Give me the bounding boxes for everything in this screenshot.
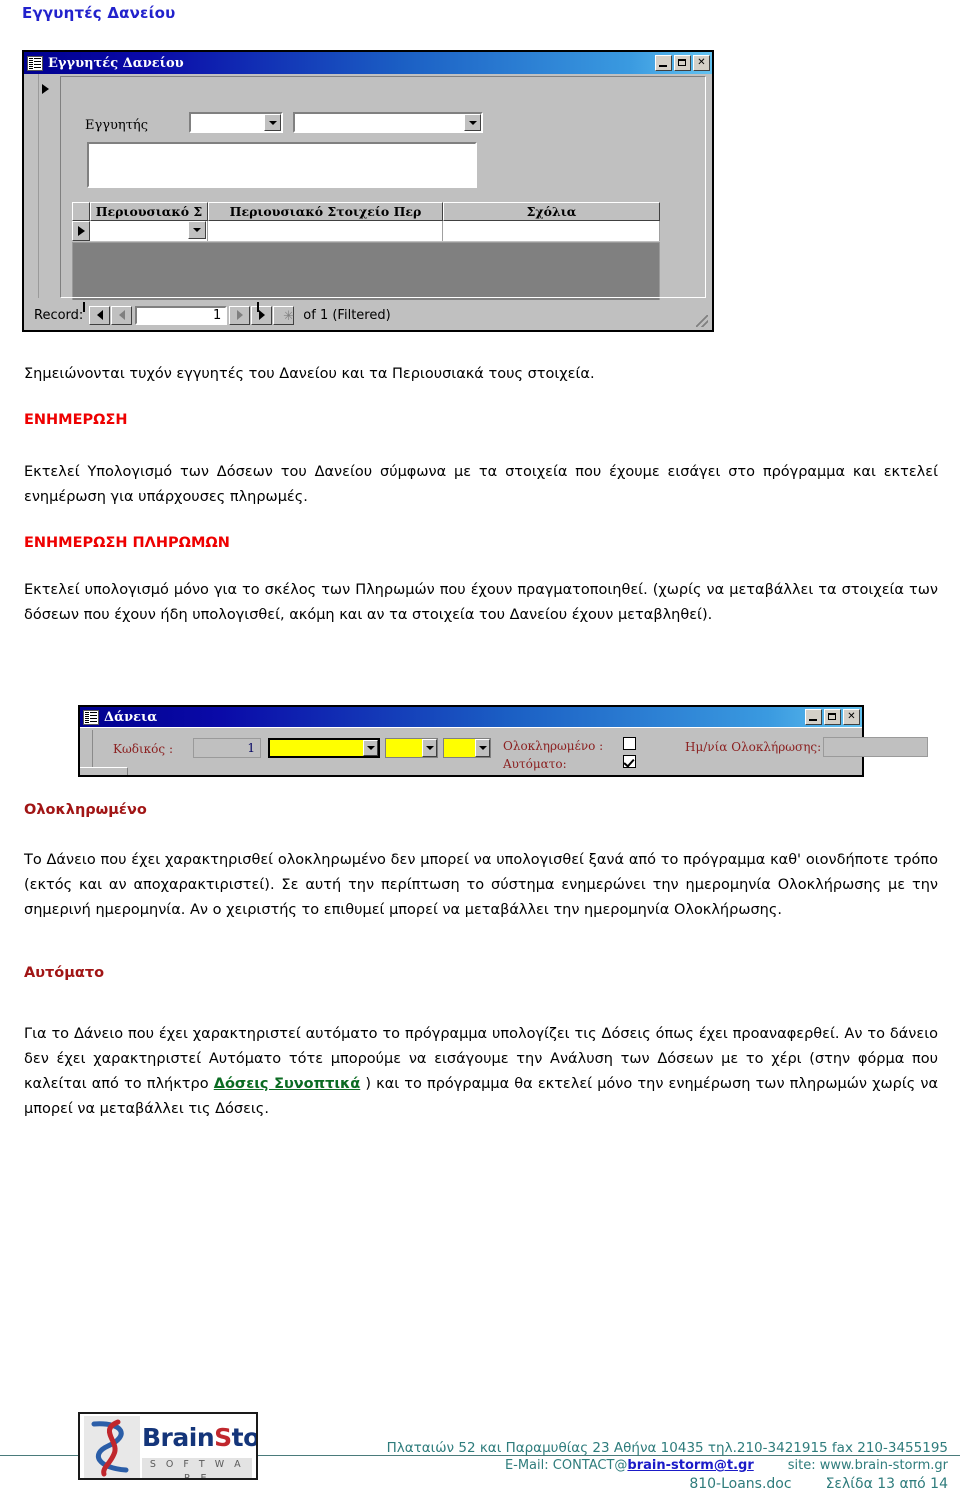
chevron-down-icon[interactable]: [422, 739, 437, 757]
loans-titlebar: Δάνεια ✕: [80, 707, 862, 727]
minimize-button[interactable]: [805, 709, 822, 725]
footer-site: site: www.brain-storm.gr: [787, 1458, 948, 1473]
datasheet-corner-cell[interactable]: [72, 202, 90, 221]
cell-asset-code[interactable]: [90, 221, 208, 241]
logo-subtitle: S O F T W A R E: [142, 1458, 252, 1478]
record-count-status: of 1 (Filtered): [303, 307, 391, 323]
auto-checkbox[interactable]: [623, 755, 636, 768]
footer-email-link[interactable]: brain-storm@t.gr: [627, 1458, 753, 1473]
logo-brain-text: Brain: [142, 1423, 215, 1452]
paragraph-automato: Για το Δάνειο που έχει χαρακτηριστεί αυτ…: [24, 1022, 938, 1122]
heading-enimerosi: ΕΝΗΜΕΡΩΣΗ: [24, 412, 128, 428]
maximize-button[interactable]: [824, 709, 841, 725]
completed-checkbox[interactable]: [623, 737, 636, 750]
new-record-button[interactable]: ✳: [273, 305, 295, 325]
guarantors-body: Εγγυητής Περιουσιακό Σ Περιουσιακό Στοιχ…: [24, 74, 712, 330]
completed-label: Ολοκληρωμένο :: [503, 739, 604, 753]
logo-swirl-svg: [91, 1419, 129, 1477]
footer-email-line: E-Mail: CONTACT@brain-storm@t.gr site: ww…: [505, 1458, 948, 1473]
chevron-down-icon[interactable]: [363, 740, 378, 756]
previous-record-button[interactable]: [111, 305, 133, 325]
assets-datasheet: Περιουσιακό Σ Περιουσιακό Στοιχείο Περ Σ…: [72, 202, 660, 242]
guarantor-combo-1[interactable]: [189, 112, 283, 133]
doseis-synoptika-link[interactable]: Δόσεις Συνοπτικά: [214, 1076, 361, 1092]
heading-enimerosi-pliromon: ΕΝΗΜΕΡΩΣΗ ΠΛΗΡΩΜΩΝ: [24, 535, 230, 551]
paragraph-olokliromeno: Το Δάνειο που έχει χαρακτηρισθεί ολοκληρ…: [24, 852, 938, 918]
logo-swirl-icon: [84, 1416, 140, 1478]
loans-form-area: Κωδικός : 1 Ολοκληρωμένο : Αυτόματο: Ημ/…: [92, 730, 928, 771]
record-selector-bar[interactable]: [24, 74, 39, 298]
footer-page-number: Σελίδα 13 από 14: [825, 1476, 948, 1492]
record-number-input[interactable]: 1: [135, 305, 228, 325]
completion-date-field[interactable]: [823, 737, 928, 757]
last-record-button[interactable]: [251, 301, 273, 325]
cell-asset-description[interactable]: [208, 221, 443, 241]
access-form-icon: [83, 709, 99, 725]
column-header-asset-description[interactable]: Περιουσιακό Στοιχείο Περ: [208, 202, 443, 221]
resize-grip[interactable]: [696, 315, 708, 327]
footer-email-prefix: E-Mail: CONTACT@: [504, 1458, 628, 1473]
maximize-button[interactable]: [674, 55, 691, 71]
close-button[interactable]: ✕: [843, 709, 860, 725]
loans-body: Κωδικός : 1 Ολοκληρωμένο : Αυτόματο: Ημ/…: [80, 727, 928, 775]
brainstorm-logo: BrainStorm S O F T W A R E: [78, 1412, 258, 1480]
guarantors-form-window: Εγγυητές Δανείου ✕ Εγγυητής Περιουσιακό …: [22, 50, 714, 332]
footer-doc-name: 810-Loans.doc: [689, 1476, 792, 1492]
logo-s-text: S: [214, 1423, 232, 1452]
chevron-down-icon[interactable]: [464, 114, 481, 131]
access-form-icon: [27, 55, 43, 71]
loan-combo-1[interactable]: [268, 738, 380, 758]
footer-doc-line: 810-Loans.doc Σελίδα 13 από 14: [689, 1476, 948, 1492]
guarantors-window-title: Εγγυητές Δανείου: [48, 55, 184, 71]
guarantors-window-buttons: ✕: [655, 55, 710, 71]
loans-window-buttons: ✕: [805, 709, 860, 725]
next-record-button[interactable]: [229, 305, 251, 325]
guarantor-notes-box[interactable]: [87, 142, 477, 188]
datasheet-header-row: Περιουσιακό Σ Περιουσιακό Στοιχείο Περ Σ…: [72, 202, 660, 221]
minimize-button[interactable]: [655, 55, 672, 71]
guarantor-combo-2[interactable]: [293, 112, 483, 133]
auto-label: Αυτόματο:: [503, 757, 567, 771]
chevron-down-icon[interactable]: [475, 739, 490, 757]
current-record-arrow-icon: [42, 84, 49, 94]
row-selector[interactable]: [72, 221, 90, 241]
loan-combo-2[interactable]: [385, 738, 438, 758]
column-header-comments[interactable]: Σχόλια: [443, 202, 660, 221]
logo-wordmark: BrainStorm: [142, 1423, 258, 1452]
loans-form-window: Δάνεια ✕ Κωδικός : 1 Ολοκληρωμένο : Αυτό…: [78, 705, 928, 777]
form-tab-nub: [80, 767, 128, 775]
completion-date-label: Ημ/νία Ολοκλήρωσης:: [685, 740, 822, 754]
logo-torm-text: torm: [231, 1423, 258, 1452]
column-header-asset-code[interactable]: Περιουσιακό Σ: [90, 202, 208, 221]
code-value-field[interactable]: 1: [193, 738, 261, 758]
footer-address: Πλαταιών 52 και Παραμυθίας 23 Αθήνα 1043…: [386, 1440, 948, 1456]
first-record-button[interactable]: [83, 301, 111, 325]
paragraph-enimerosi-pliromon: Εκτελεί υπολογισμό μόνο για το σκέλος τω…: [24, 582, 938, 623]
chevron-down-icon[interactable]: [188, 221, 206, 239]
record-navigator: Record: 1 ✳ of 1 (Filtered): [24, 300, 712, 330]
chevron-down-icon[interactable]: [264, 114, 281, 131]
code-label: Κωδικός :: [113, 742, 173, 756]
paragraph-enimerosi: Εκτελεί Υπολογισμό των Δόσεων του Δανείο…: [24, 464, 938, 505]
page-title: Εγγυητές Δανείου: [22, 4, 176, 22]
table-row[interactable]: [72, 221, 660, 241]
cell-comments[interactable]: [443, 221, 660, 241]
intro-paragraph: Σημειώνονται τυχόν εγγυητές του Δανείου …: [24, 366, 595, 382]
guarantor-field-label: Εγγυητής: [85, 118, 148, 133]
close-button[interactable]: ✕: [693, 55, 710, 71]
heading-olokliromeno: Ολοκληρωμένο: [24, 802, 147, 818]
heading-automato: Αυτόματο: [24, 965, 105, 981]
loan-combo-3[interactable]: [443, 738, 491, 758]
record-navigator-label: Record:: [34, 307, 84, 323]
guarantors-titlebar: Εγγυητές Δανείου ✕: [24, 52, 712, 74]
loans-window-title: Δάνεια: [104, 709, 158, 725]
